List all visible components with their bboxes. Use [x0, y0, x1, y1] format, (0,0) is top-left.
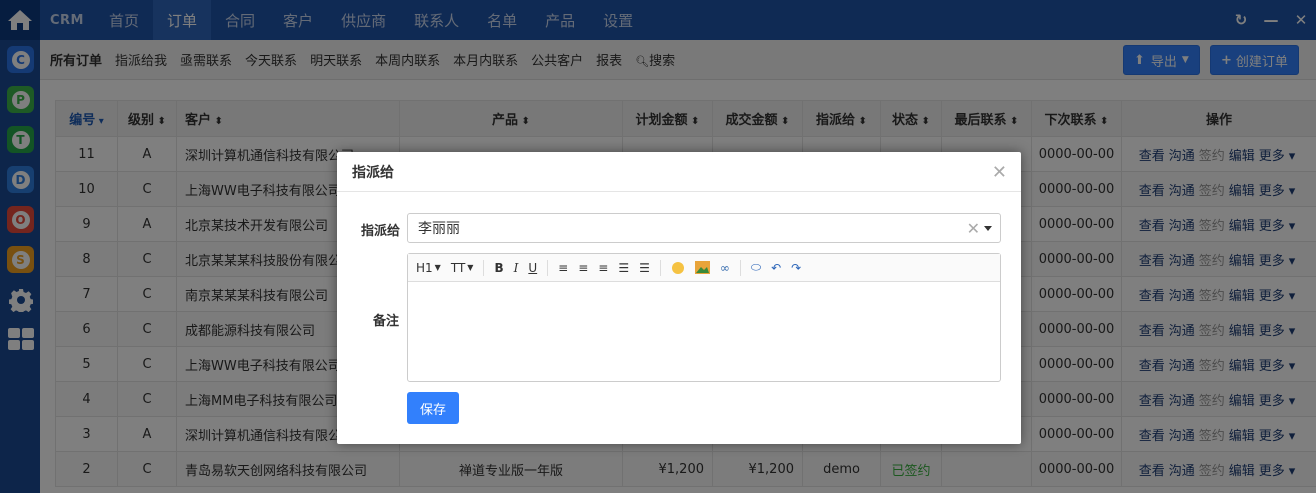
clear-icon[interactable]: ✕ — [967, 219, 980, 238]
bold-button[interactable]: B — [494, 261, 503, 275]
underline-button[interactable]: U — [528, 261, 537, 275]
assignee-value: 李丽丽 — [418, 221, 460, 237]
align-center-icon[interactable]: ≡ — [578, 261, 588, 275]
undo-icon[interactable]: ↶ — [771, 261, 781, 275]
chevron-down-icon[interactable] — [984, 226, 992, 231]
ordered-list-icon[interactable]: ☰ — [618, 261, 629, 275]
note-label: 备注 — [373, 314, 400, 329]
emoji-icon[interactable] — [671, 261, 685, 275]
link-icon[interactable]: ∞ — [720, 261, 730, 275]
assign-modal: 指派给 ✕ 指派给 李丽丽 ✕ 备注 H1 ▼ TT ▼ B I U ≡ ≡ ≡ ☰… — [337, 152, 1021, 444]
assign-label: 指派给 — [361, 224, 401, 239]
redo-icon[interactable]: ↷ — [791, 261, 801, 275]
eraser-icon[interactable]: ⬭ — [751, 260, 761, 275]
align-left-icon[interactable]: ≡ — [558, 261, 568, 275]
modal-title: 指派给 — [337, 152, 1021, 192]
bullet-list-icon[interactable]: ☰ — [639, 261, 650, 275]
assignee-select[interactable]: 李丽丽 ✕ — [407, 213, 1001, 243]
note-editor[interactable]: H1 ▼ TT ▼ B I U ≡ ≡ ≡ ☰ ☰ ∞ ⬭ ↶ ↷ — [407, 253, 1001, 382]
save-button[interactable]: 保存 — [407, 392, 459, 424]
close-icon[interactable]: ✕ — [992, 162, 1007, 183]
heading-button[interactable]: H1 ▼ — [416, 261, 441, 275]
font-size-button[interactable]: TT ▼ — [451, 261, 474, 275]
editor-toolbar: H1 ▼ TT ▼ B I U ≡ ≡ ≡ ☰ ☰ ∞ ⬭ ↶ ↷ — [408, 254, 1000, 282]
italic-button[interactable]: I — [514, 261, 519, 275]
image-icon[interactable] — [694, 261, 710, 274]
align-right-icon[interactable]: ≡ — [598, 261, 608, 275]
